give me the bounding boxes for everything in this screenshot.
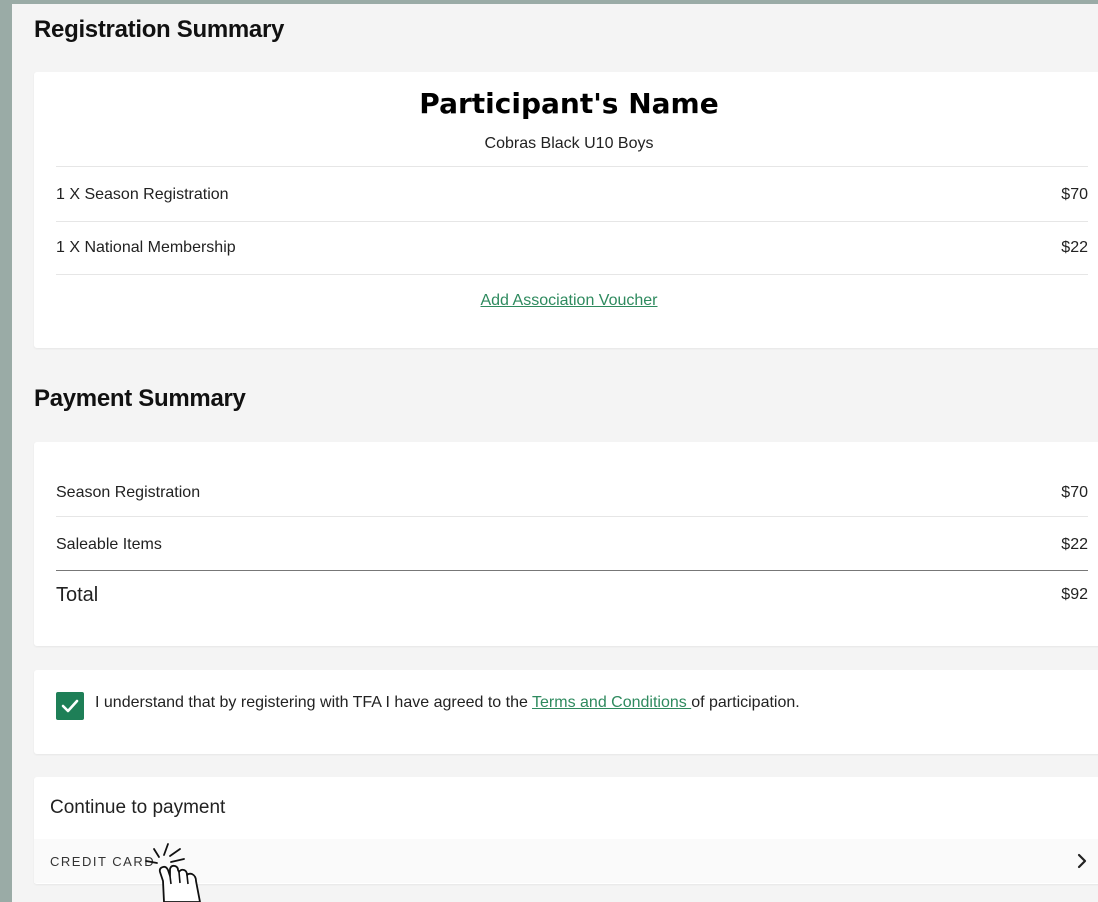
terms-checkbox[interactable] [56,692,84,720]
item-amount: $22 [1061,535,1088,553]
divider [56,516,1088,517]
participant-name: Participant's Name [419,87,719,120]
registration-page: Registration Summary Participant's Name … [12,4,1098,902]
payment-item-row: Season Registration $70 [56,466,1088,519]
registration-card: Participant's Name Cobras Black U10 Boys… [34,72,1098,348]
team-name: Cobras Black U10 Boys [484,135,654,152]
payment-item-row: Saleable Items $22 [56,518,1088,571]
terms-card: I understand that by registering with TF… [34,670,1098,754]
registration-item-row: 1 X Season Registration $70 [56,168,1088,221]
continue-to-payment-title: Continue to payment [50,797,226,818]
item-label: Saleable Items [56,535,162,553]
terms-and-conditions-link[interactable]: Terms and Conditions [532,694,691,711]
check-icon [61,699,79,713]
item-label: 1 X Season Registration [56,185,229,203]
pointer-hand-icon [145,843,201,902]
item-amount: $70 [1061,483,1088,501]
registration-item-row: 1 X National Membership $22 [56,221,1088,274]
payment-card: Season Registration $70 Saleable Items $… [34,442,1098,646]
item-amount: $22 [1061,238,1088,256]
voucher-wrap: Add Association Voucher [34,292,1098,310]
add-association-voucher-link[interactable]: Add Association Voucher [480,292,657,309]
total-row: Total $92 [56,570,1088,623]
item-label: Season Registration [56,483,201,501]
registration-summary-title: Registration Summary [34,16,285,43]
divider [56,274,1088,275]
payment-summary-title: Payment Summary [34,385,246,412]
terms-text-after: of participation. [691,694,800,711]
total-label: Total [56,584,99,606]
divider [56,166,1088,167]
item-label: 1 X National Membership [56,238,236,256]
terms-text-before: I understand that by registering with TF… [95,694,533,711]
item-amount: $70 [1061,185,1088,203]
terms-text: I understand that by registering with TF… [95,694,800,712]
chevron-right-icon [1077,853,1087,869]
total-amount: $92 [1061,586,1088,603]
